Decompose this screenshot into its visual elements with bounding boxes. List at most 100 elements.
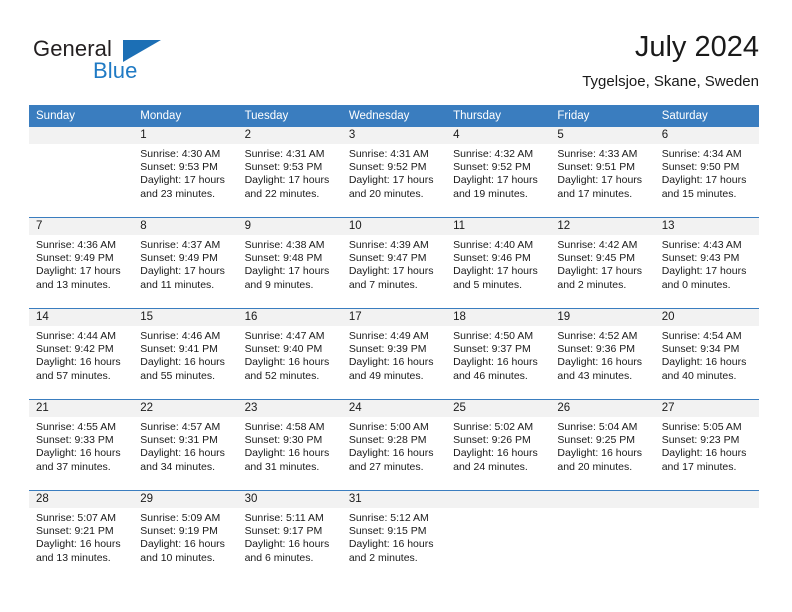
day-cell[interactable]: 28 Sunrise: 5:07 AM Sunset: 9:21 PM Dayligh… (29, 491, 134, 581)
daylight-text-line1: Daylight: 16 hours (244, 538, 330, 551)
day-cell[interactable]: 16 Sunrise: 4:47 AM Sunset: 9:40 PM Dayligh… (237, 309, 342, 399)
weekday-header-thursday: Thursday (446, 105, 551, 127)
day-details: Sunrise: 4:39 AM Sunset: 9:47 PM Daylight:… (342, 235, 446, 292)
calendar-cell: 6 Sunrise: 4:34 AM Sunset: 9:50 PM Daylight… (654, 127, 759, 218)
daylight-text-line2: and 17 minutes. (661, 460, 737, 473)
sunset-text: Sunset: 9:15 PM (348, 525, 427, 538)
daylight-text-line1: Daylight: 16 hours (661, 447, 747, 460)
day-cell[interactable]: 17 Sunrise: 4:49 AM Sunset: 9:39 PM Dayligh… (341, 309, 447, 399)
day-cell[interactable]: 1 Sunrise: 4:30 AM Sunset: 9:53 PM Daylight… (133, 127, 238, 217)
day-details: Sunrise: 4:49 AM Sunset: 9:39 PM Daylight:… (342, 326, 446, 383)
daylight-text-line1: Daylight: 16 hours (244, 356, 330, 369)
sunset-text: Sunset: 9:30 PM (244, 434, 323, 447)
sunrise-text: Sunrise: 4:40 AM (453, 239, 534, 251)
day-cell[interactable]: 4 Sunrise: 4:32 AM Sunset: 9:52 PM Daylight… (446, 127, 551, 217)
day-cell[interactable]: 5 Sunrise: 4:33 AM Sunset: 9:51 PM Daylight… (550, 127, 655, 217)
sunset-text: Sunset: 9:17 PM (244, 525, 323, 538)
day-cell[interactable]: 24 Sunrise: 5:00 AM Sunset: 9:28 PM Dayligh… (341, 400, 447, 490)
day-cell[interactable]: 25 Sunrise: 5:02 AM Sunset: 9:26 PM Dayligh… (446, 400, 551, 490)
sunrise-text: Sunrise: 5:11 AM (244, 512, 324, 524)
daylight-text-line1: Daylight: 16 hours (244, 447, 330, 460)
daylight-text-line2: and 43 minutes. (557, 369, 633, 382)
page-header: General Blue July 2024 Tygelsjoe, Skane,… (29, 30, 759, 98)
day-number: 23 (237, 400, 342, 417)
calendar-table: Sunday Monday Tuesday Wednesday Thursday… (29, 105, 759, 581)
day-cell[interactable]: 31 Sunrise: 5:12 AM Sunset: 9:15 PM Dayligh… (341, 491, 447, 581)
day-cell[interactable]: 19 Sunrise: 4:52 AM Sunset: 9:36 PM Dayligh… (550, 309, 655, 399)
sunrise-text: Sunrise: 4:54 AM (661, 330, 742, 342)
day-details: Sunrise: 4:50 AM Sunset: 9:37 PM Daylight:… (446, 326, 550, 383)
page-subtitle: Tygelsjoe, Skane, Sweden (582, 73, 759, 90)
day-number: 29 (133, 491, 238, 508)
day-cell[interactable]: 6 Sunrise: 4:34 AM Sunset: 9:50 PM Daylight… (654, 127, 759, 217)
day-cell[interactable]: 2 Sunrise: 4:31 AM Sunset: 9:53 PM Daylight… (237, 127, 342, 217)
calendar-cell: 10 Sunrise: 4:39 AM Sunset: 9:47 PM Dayligh… (341, 217, 447, 309)
sunrise-text: Sunrise: 4:31 AM (244, 148, 325, 160)
sunrise-text: Sunrise: 5:12 AM (348, 512, 429, 524)
day-details: Sunrise: 4:54 AM Sunset: 9:34 PM Daylight:… (655, 326, 759, 383)
day-cell[interactable]: 20 Sunrise: 4:54 AM Sunset: 9:34 PM Dayligh… (654, 309, 759, 399)
sunset-text: Sunset: 9:47 PM (348, 252, 427, 265)
day-cell[interactable]: 22 Sunrise: 4:57 AM Sunset: 9:31 PM Dayligh… (133, 400, 238, 490)
weekday-header-wednesday: Wednesday (341, 105, 447, 127)
calendar-cell: 13 Sunrise: 4:43 AM Sunset: 9:43 PM Dayligh… (654, 217, 759, 309)
day-cell[interactable]: 8 Sunrise: 4:37 AM Sunset: 9:49 PM Daylight… (133, 218, 238, 308)
sunset-text: Sunset: 9:49 PM (140, 252, 218, 265)
day-cell[interactable]: 29 Sunrise: 5:09 AM Sunset: 9:19 PM Dayligh… (133, 491, 238, 581)
daylight-text-line1: Daylight: 16 hours (36, 356, 121, 369)
general-blue-logo[interactable]: General Blue (33, 36, 213, 92)
sunset-text: Sunset: 9:41 PM (140, 343, 218, 356)
day-number: 3 (341, 127, 447, 144)
day-details: Sunrise: 4:38 AM Sunset: 9:48 PM Daylight:… (238, 235, 342, 292)
day-cell[interactable]: 21 Sunrise: 4:55 AM Sunset: 9:33 PM Dayligh… (29, 400, 134, 490)
calendar-cell: 15 Sunrise: 4:46 AM Sunset: 9:41 PM Dayligh… (133, 308, 238, 400)
day-cell[interactable]: 11 Sunrise: 4:40 AM Sunset: 9:46 PM Dayligh… (446, 218, 551, 308)
daylight-text-line1: Daylight: 17 hours (348, 174, 434, 187)
day-cell[interactable]: 14 Sunrise: 4:44 AM Sunset: 9:42 PM Dayligh… (29, 309, 134, 399)
daylight-text-line1: Daylight: 17 hours (453, 265, 538, 278)
sunrise-text: Sunrise: 4:55 AM (36, 421, 116, 433)
day-cell[interactable]: 18 Sunrise: 4:50 AM Sunset: 9:37 PM Dayligh… (446, 309, 551, 399)
day-cell[interactable]: 13 Sunrise: 4:43 AM Sunset: 9:43 PM Dayligh… (654, 218, 759, 308)
day-details: Sunrise: 4:57 AM Sunset: 9:31 PM Daylight:… (133, 417, 237, 474)
daylight-text-line1: Daylight: 16 hours (348, 447, 434, 460)
day-cell[interactable]: 23 Sunrise: 4:58 AM Sunset: 9:30 PM Dayligh… (237, 400, 342, 490)
day-cell-empty (29, 127, 134, 217)
daylight-text-line2: and 7 minutes. (348, 278, 418, 291)
sunrise-text: Sunrise: 4:50 AM (453, 330, 534, 342)
calendar-cell: 5 Sunrise: 4:33 AM Sunset: 9:51 PM Daylight… (550, 127, 655, 218)
daylight-text-line1: Daylight: 17 hours (140, 265, 225, 278)
day-details: Sunrise: 4:40 AM Sunset: 9:46 PM Daylight:… (446, 235, 550, 292)
weekday-header-saturday: Saturday (654, 105, 759, 127)
day-number: 25 (446, 400, 551, 417)
day-number (550, 491, 655, 508)
day-details: Sunrise: 4:58 AM Sunset: 9:30 PM Daylight:… (238, 417, 342, 474)
daylight-text-line1: Daylight: 16 hours (36, 538, 121, 551)
day-cell[interactable]: 7 Sunrise: 4:36 AM Sunset: 9:49 PM Daylight… (29, 218, 134, 308)
day-cell[interactable]: 30 Sunrise: 5:11 AM Sunset: 9:17 PM Dayligh… (237, 491, 342, 581)
day-details: Sunrise: 4:43 AM Sunset: 9:43 PM Daylight:… (655, 235, 759, 292)
daylight-text-line1: Daylight: 16 hours (557, 447, 643, 460)
day-number: 6 (654, 127, 759, 144)
daylight-text-line1: Daylight: 16 hours (140, 356, 225, 369)
day-details: Sunrise: 4:44 AM Sunset: 9:42 PM Daylight:… (29, 326, 133, 383)
calendar-cell: 24 Sunrise: 5:00 AM Sunset: 9:28 PM Dayligh… (341, 399, 447, 491)
day-cell[interactable]: 9 Sunrise: 4:38 AM Sunset: 9:48 PM Daylight… (237, 218, 342, 308)
weekday-header-monday: Monday (133, 105, 238, 127)
day-details: Sunrise: 4:32 AM Sunset: 9:52 PM Daylight:… (446, 144, 550, 201)
calendar-cell: 20 Sunrise: 4:54 AM Sunset: 9:34 PM Dayligh… (654, 308, 759, 400)
calendar-cell (29, 127, 134, 218)
day-cell[interactable]: 3 Sunrise: 4:31 AM Sunset: 9:52 PM Daylight… (341, 127, 447, 217)
day-cell[interactable]: 12 Sunrise: 4:42 AM Sunset: 9:45 PM Dayligh… (550, 218, 655, 308)
weekday-header-sunday: Sunday (29, 105, 134, 127)
day-cell[interactable]: 10 Sunrise: 4:39 AM Sunset: 9:47 PM Dayligh… (341, 218, 447, 308)
sunset-text: Sunset: 9:19 PM (140, 525, 218, 538)
day-cell[interactable]: 26 Sunrise: 5:04 AM Sunset: 9:25 PM Dayligh… (550, 400, 655, 490)
day-cell[interactable]: 27 Sunrise: 5:05 AM Sunset: 9:23 PM Dayligh… (654, 400, 759, 490)
sunset-text: Sunset: 9:36 PM (557, 343, 636, 356)
calendar-page: General Blue July 2024 Tygelsjoe, Skane,… (0, 0, 792, 612)
sunrise-text: Sunrise: 4:43 AM (661, 239, 742, 251)
day-number: 26 (550, 400, 655, 417)
daylight-text-line1: Daylight: 17 hours (244, 174, 330, 187)
day-cell[interactable]: 15 Sunrise: 4:46 AM Sunset: 9:41 PM Dayligh… (133, 309, 238, 399)
